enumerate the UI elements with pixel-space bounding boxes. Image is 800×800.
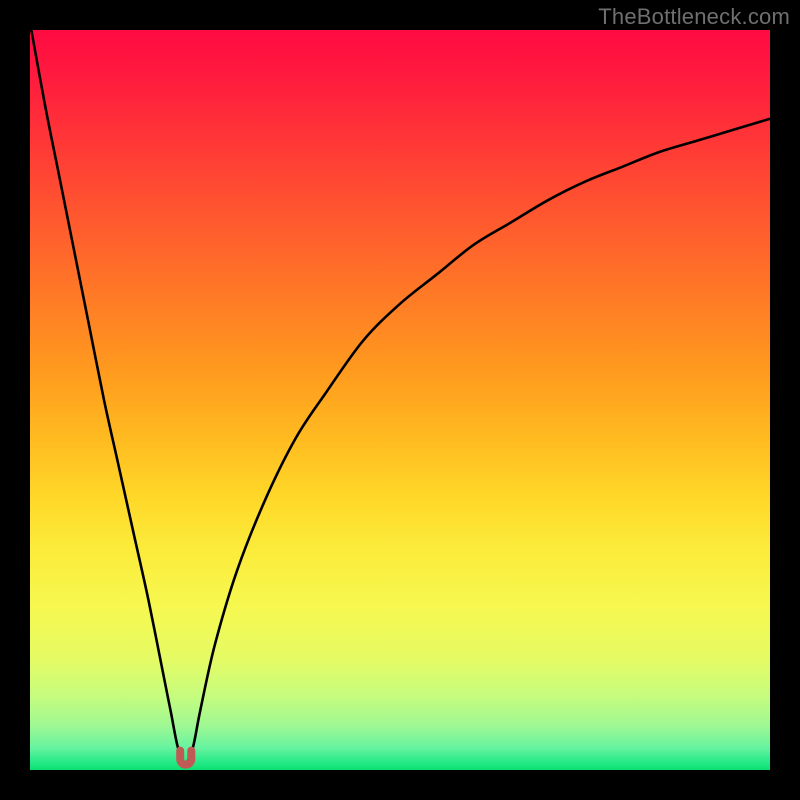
bottleneck-curve (30, 30, 770, 763)
min-marker (180, 751, 191, 765)
curve-layer (30, 30, 770, 770)
attribution-text: TheBottleneck.com (598, 4, 790, 30)
plot-area (30, 30, 770, 770)
outer-frame: TheBottleneck.com (0, 0, 800, 800)
